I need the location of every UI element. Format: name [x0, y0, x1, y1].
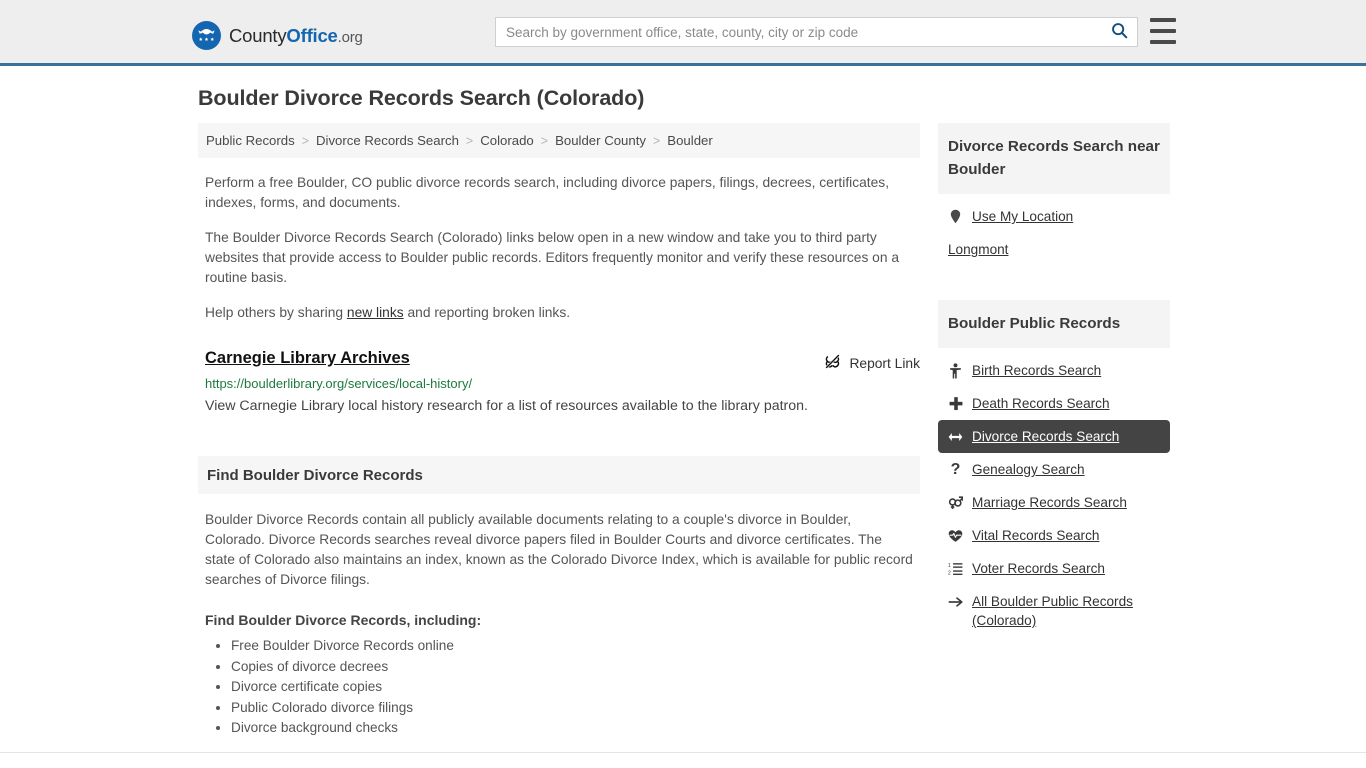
sidebar-item-label: Use My Location [972, 209, 1074, 224]
breadcrumb: Public Records > Divorce Records Search … [198, 123, 920, 158]
site-logo[interactable]: CountyOffice.org [192, 21, 363, 50]
new-links-link[interactable]: new links [347, 305, 404, 320]
intro-paragraph: Perform a free Boulder, CO public divorc… [205, 175, 890, 210]
sidebar-item-label: Vital Records Search [972, 528, 1100, 543]
sidebar-item-all-boulder-public-records[interactable]: All Boulder Public Records (Colorado) [938, 585, 1170, 637]
sidebar-item-label: Marriage Records Search [972, 495, 1127, 510]
menu-bar-3 [1150, 40, 1176, 44]
menu-bar-1 [1150, 18, 1176, 22]
near-boulder-card-heading: Divorce Records Search near Boulder [938, 123, 1170, 194]
second-paragraph: The Boulder Divorce Records Search (Colo… [205, 230, 900, 285]
hamburger-menu-icon[interactable] [1150, 18, 1176, 44]
svg-text:2: 2 [948, 570, 951, 575]
menu-bar-2 [1150, 29, 1176, 33]
sidebar-item-longmont[interactable]: Longmont [938, 233, 1170, 266]
boulder-public-records-list: Birth Records Search Death Records Searc… [938, 348, 1170, 637]
sidebar-item-death-records-search[interactable]: Death Records Search [938, 387, 1170, 420]
logo-text-county: County [229, 24, 287, 46]
logo-wordmark: CountyOffice.org [229, 25, 363, 47]
section-heading: Find Boulder Divorce Records [198, 456, 920, 494]
cross-icon [948, 395, 963, 412]
sidebar-item-birth-records-search[interactable]: Birth Records Search [938, 354, 1170, 387]
baby-icon [948, 362, 963, 379]
breadcrumb-separator: > [301, 133, 309, 148]
sidebar-item-use-my-location[interactable]: Use My Location [938, 200, 1170, 233]
sidebar-item-vital-records-search[interactable]: Vital Records Search [938, 519, 1170, 552]
result-description: View Carnegie Library local history rese… [205, 398, 808, 414]
breadcrumb-item-boulder[interactable]: Boulder [667, 133, 712, 148]
section-bullet-list: Free Boulder Divorce Records online Copi… [205, 637, 914, 736]
sidebar-item-label: Birth Records Search [972, 363, 1102, 378]
svg-text:1: 1 [948, 563, 951, 569]
sidebar-item-label: Voter Records Search [972, 561, 1105, 576]
heart-pulse-icon [948, 527, 963, 544]
breadcrumb-separator: > [652, 133, 661, 148]
breadcrumb-separator: > [540, 133, 549, 148]
main-column: Public Records > Divorce Records Search … [198, 123, 920, 740]
arrow-right-icon [948, 593, 963, 610]
boulder-public-records-card: Boulder Public Records Birth Records Sea… [938, 300, 1170, 637]
breadcrumb-item-colorado[interactable]: Colorado [480, 133, 534, 148]
site-header: CountyOffice.org [0, 0, 1366, 66]
logo-text-office: Office [286, 24, 338, 46]
list-item: Free Boulder Divorce Records online [231, 637, 914, 654]
sidebar-item-label: Death Records Search [972, 396, 1110, 411]
breadcrumb-item-public-records[interactable]: Public Records [206, 133, 295, 148]
search-bar[interactable] [495, 17, 1138, 47]
help-prefix: Help others by sharing [205, 305, 347, 320]
sidebar-item-voter-records-search[interactable]: 1 2 Voter Records Search [938, 552, 1170, 585]
search-icon [1111, 22, 1128, 42]
footer-divider [0, 752, 1366, 753]
near-boulder-card-list: Use My Location Longmont [938, 194, 1170, 266]
eagle-seal-icon [192, 21, 221, 50]
result-title-link[interactable]: Carnegie Library Archives [205, 349, 410, 368]
breadcrumb-separator: > [465, 133, 474, 148]
help-paragraph: Help others by sharing new links and rep… [198, 303, 920, 323]
sidebar-item-label: Genealogy Search [972, 462, 1085, 477]
sidebar-item-divorce-records-search[interactable]: Divorce Records Search [938, 420, 1170, 453]
boulder-public-records-heading: Boulder Public Records [938, 300, 1170, 348]
near-boulder-card: Divorce Records Search near Boulder Use … [938, 123, 1170, 266]
report-link-button[interactable]: Report Link [824, 353, 920, 373]
report-link-label: Report Link [849, 355, 920, 371]
arrows-left-right-icon [948, 428, 963, 445]
page-root: CountyOffice.org Boulder Divorce Records… [0, 0, 1366, 768]
broken-link-icon [824, 353, 841, 373]
search-input[interactable] [496, 19, 1101, 45]
sidebar: Divorce Records Search near Boulder Use … [938, 123, 1170, 671]
section-list-heading: Find Boulder Divorce Records, including: [205, 612, 482, 628]
result-item: Carnegie Library Archives Report Link ht… [198, 349, 920, 416]
breadcrumb-item-divorce-records-search[interactable]: Divorce Records Search [316, 133, 459, 148]
sidebar-item-genealogy-search[interactable]: ? Genealogy Search [938, 453, 1170, 486]
result-url: https://boulderlibrary.org/services/loca… [205, 376, 473, 391]
search-button[interactable] [1101, 18, 1137, 46]
section-paragraph: Boulder Divorce Records contain all publ… [205, 512, 913, 587]
list-item: Copies of divorce decrees [231, 658, 914, 675]
venus-mars-icon [948, 494, 963, 511]
ordered-list-icon: 1 2 [948, 560, 963, 577]
list-item: Divorce certificate copies [231, 678, 914, 695]
question-mark-icon: ? [950, 460, 961, 478]
help-suffix: and reporting broken links. [403, 305, 571, 320]
sidebar-item-label: All Boulder Public Records (Colorado) [972, 594, 1133, 628]
page-content: Boulder Divorce Records Search (Colorado… [0, 66, 1366, 735]
breadcrumb-item-boulder-county[interactable]: Boulder County [555, 133, 646, 148]
page-title: Boulder Divorce Records Search (Colorado… [198, 86, 645, 110]
sidebar-item-marriage-records-search[interactable]: Marriage Records Search [938, 486, 1170, 519]
list-item: Public Colorado divorce filings [231, 699, 914, 716]
list-item: Divorce background checks [231, 719, 914, 736]
sidebar-item-label: Divorce Records Search [972, 429, 1120, 444]
sidebar-item-label: Longmont [948, 242, 1009, 257]
section-body: Boulder Divorce Records contain all publ… [198, 510, 920, 736]
logo-text-org: .org [337, 28, 363, 46]
map-pin-icon [948, 208, 963, 225]
